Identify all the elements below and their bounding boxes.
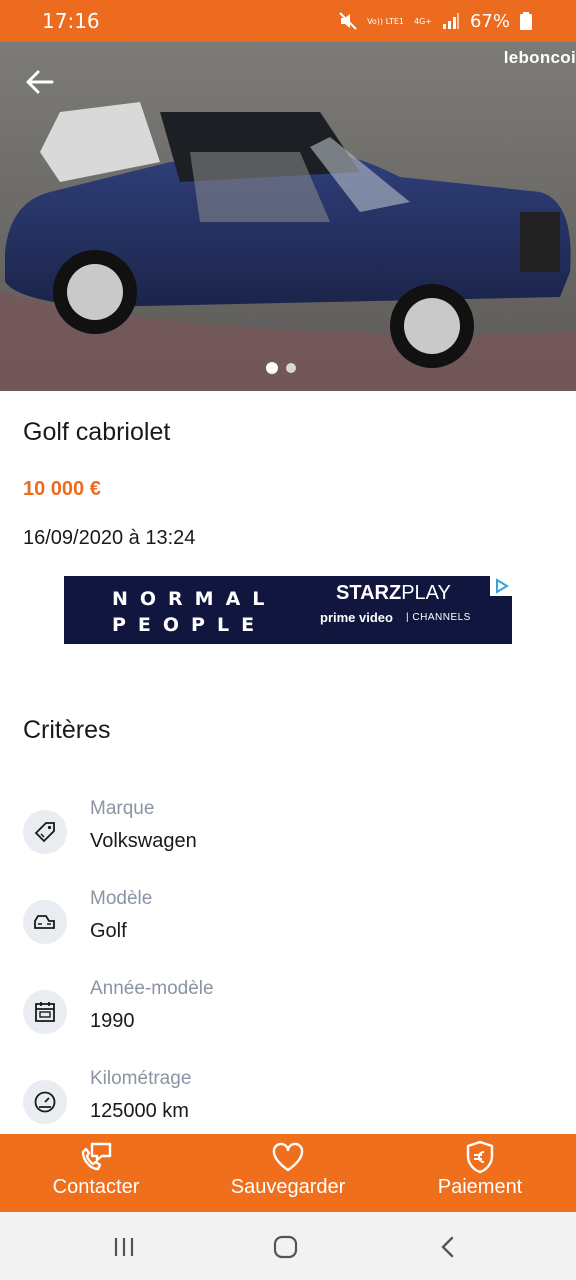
contact-button[interactable]: Contacter [36, 1134, 156, 1212]
euro-shield-icon [466, 1140, 494, 1174]
ad-starz-logo: STARZPLAY [336, 582, 451, 605]
ad-prime-label: prime video [320, 610, 393, 625]
criteria-value: 1990 [90, 1010, 135, 1032]
ad-starz: STARZ [336, 582, 402, 604]
criteria-row-annee: Année-modèle 1990 [23, 978, 543, 1048]
criteria-row-modele: Modèle Golf [23, 888, 543, 958]
network-4g-label: 4G+ [413, 16, 432, 26]
criteria-label: Année-modèle [90, 978, 214, 999]
adchoices-icon[interactable] [490, 576, 512, 596]
battery-icon [520, 12, 532, 30]
criteria-heading: Critères [23, 716, 111, 744]
brand-logo: leboncoi [503, 48, 576, 67]
status-icons: Vo)) LTE1 4G+ 67% [339, 11, 532, 32]
back-nav-icon[interactable] [438, 1235, 458, 1259]
pagination-dot[interactable] [286, 363, 296, 373]
gallery-pagination [266, 362, 296, 374]
payment-button[interactable]: Paiement [420, 1134, 540, 1212]
payment-label: Paiement [437, 1176, 523, 1198]
car-photo [0, 42, 576, 391]
criteria-row-marque: Marque Volkswagen [23, 798, 543, 868]
phone-message-icon [81, 1142, 112, 1171]
status-time: 17:16 [42, 9, 100, 33]
recent-apps-icon[interactable] [112, 1236, 136, 1258]
car-icon [23, 900, 67, 944]
listing-price: 10 000 € [23, 478, 101, 500]
tag-icon [23, 810, 67, 854]
speedometer-icon [23, 1080, 67, 1124]
ad-banner[interactable]: NORMAL PEOPLE STARZPLAY prime video | CH… [64, 576, 512, 644]
system-navigation-bar [0, 1212, 576, 1280]
listing-date: 16/09/2020 à 13:24 [23, 527, 196, 549]
battery-percent: 67% [469, 10, 510, 32]
mute-icon [339, 12, 357, 30]
photo-gallery[interactable]: leboncoi [0, 42, 576, 391]
heart-icon [272, 1142, 304, 1172]
contact-label: Contacter [52, 1176, 140, 1198]
calendar-icon [23, 990, 67, 1034]
criteria-value: Volkswagen [90, 830, 197, 852]
criteria-row-kilometrage: Kilométrage 125000 km [23, 1068, 543, 1138]
signal-icon [442, 13, 459, 29]
criteria-label: Marque [90, 798, 155, 819]
action-bar: Contacter Sauvegarder Paiement [0, 1134, 576, 1212]
ad-line1: NORMAL [112, 588, 277, 610]
ad-play: PLAY [401, 582, 451, 604]
criteria-label: Kilométrage [90, 1068, 192, 1089]
ad-line2: PEOPLE [112, 614, 267, 636]
criteria-value: Golf [90, 920, 127, 942]
criteria-label: Modèle [90, 888, 153, 909]
ad-channels: CHANNELS [412, 612, 471, 623]
save-button[interactable]: Sauvegarder [218, 1134, 358, 1212]
status-bar: 17:16 Vo)) LTE1 4G+ 67% [0, 0, 576, 42]
criteria-value: 125000 km [90, 1100, 189, 1122]
ad-show-title: NORMAL PEOPLE [112, 586, 276, 638]
home-icon[interactable] [273, 1235, 299, 1259]
save-label: Sauvegarder [230, 1176, 346, 1198]
back-arrow-icon[interactable] [22, 66, 58, 98]
pagination-dot-active[interactable] [266, 362, 278, 374]
listing-title: Golf cabriolet [23, 418, 171, 446]
ad-channels-label: | CHANNELS [406, 612, 471, 623]
network-label: Vo)) LTE1 [367, 16, 404, 26]
